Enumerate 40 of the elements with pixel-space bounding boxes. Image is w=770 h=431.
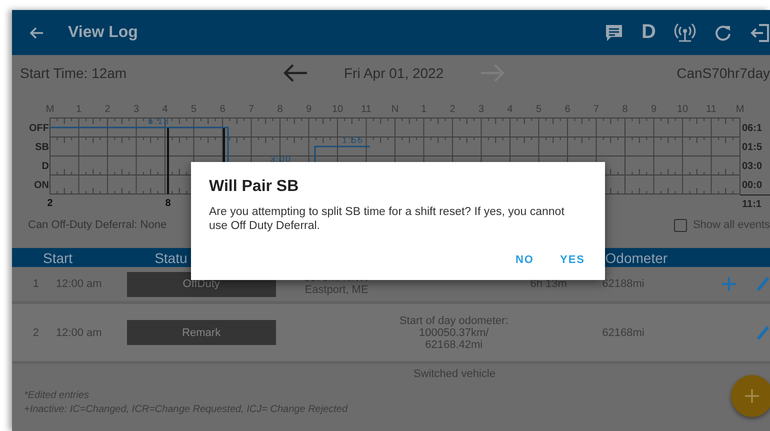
status-row-label: D (42, 161, 49, 172)
column-header: Statu (154, 250, 188, 266)
previous-day-icon[interactable] (282, 62, 308, 82)
logout-icon[interactable] (750, 22, 770, 42)
status-row-label: SB (35, 142, 49, 153)
screen-title: View Log (68, 24, 138, 42)
status-total: 06:1 (742, 123, 762, 134)
plus-icon (745, 389, 759, 403)
duration-label: 6:13 (148, 116, 170, 126)
column-header: Start (43, 250, 73, 266)
status-total: 03:0 (742, 161, 762, 172)
event-mark: 2 (47, 198, 53, 209)
dialog-button[interactable]: YES (550, 248, 595, 272)
grand-total: 11:1 (742, 199, 762, 210)
status-total: 01:5 (742, 142, 762, 153)
deferral-label: Can Off-Duty Deferral: None (28, 219, 167, 231)
dialog-title: Will Pair SB (209, 178, 300, 196)
ruleset-label: CanS70hr7day (676, 64, 770, 80)
status-row-label: OFF (29, 123, 49, 134)
duration-label: 3:00 (270, 154, 292, 164)
event-marker-line (167, 127, 169, 194)
row-number: 2 (32, 326, 40, 338)
driver-badge[interactable]: D (642, 21, 656, 44)
duration-label: 1:56 (342, 135, 364, 145)
back-icon[interactable] (30, 26, 44, 38)
start-time-label: Start Time: 12am (20, 64, 127, 80)
refresh-icon[interactable] (714, 24, 732, 42)
status-total: 00:0 (742, 180, 762, 191)
add-button[interactable] (731, 375, 770, 417)
message-icon[interactable] (604, 22, 624, 42)
log-date: Fri Apr 01, 2022 (344, 64, 444, 80)
dialog-message: Are you attempting to split SB time for a shift reset? If yes, you cannot use Off Duty Deferral. (209, 205, 566, 233)
status-button[interactable]: Remark (126, 320, 276, 345)
status-row-label: ON (34, 180, 49, 191)
odometer-text: 62168mi (602, 326, 644, 338)
column-header: Odometer (605, 250, 668, 266)
antenna-icon[interactable] (674, 22, 696, 42)
dialog-button[interactable]: NO (505, 248, 544, 272)
start-time: 12:00 am (56, 326, 102, 338)
event-mark: 8 (165, 198, 171, 209)
